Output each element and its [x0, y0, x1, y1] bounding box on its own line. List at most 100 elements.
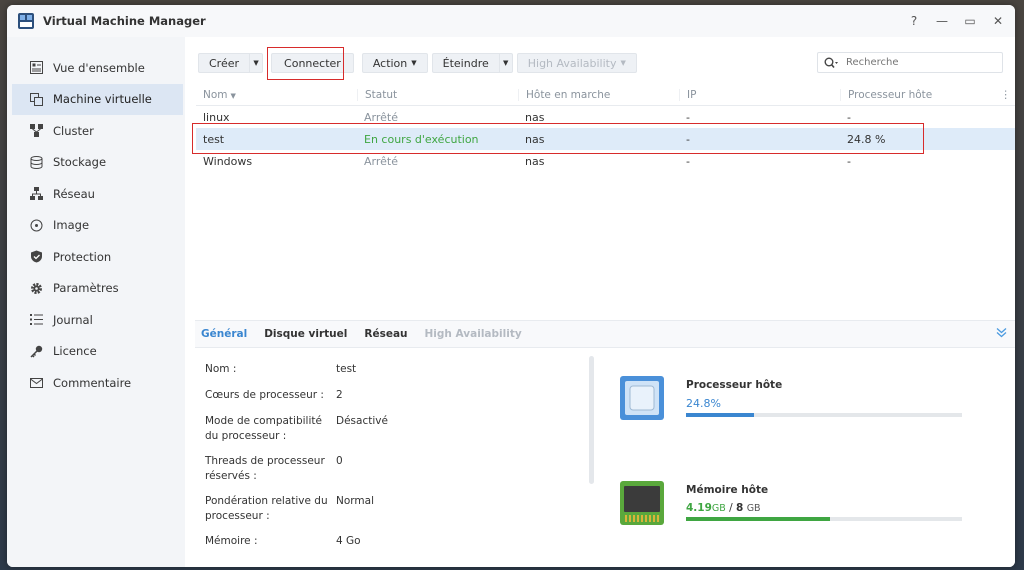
prop-label: Nom : — [205, 363, 237, 375]
cpu-icon — [620, 376, 664, 420]
memory-resource: Mémoire hôte 4.19GB / 8 GB — [619, 480, 979, 526]
chevron-down-icon: ▼ — [411, 59, 417, 67]
cluster-icon — [29, 124, 43, 138]
maximize-icon[interactable]: ▭ — [963, 14, 977, 28]
prop-row: Cœurs de processeur : 2 — [205, 388, 585, 403]
memory-icon — [620, 481, 664, 525]
column-header-name[interactable]: Nom ▼ — [196, 89, 357, 101]
tab-general[interactable]: Général — [201, 328, 247, 340]
cpu-usage-fill — [686, 413, 755, 417]
sidebar-item-log[interactable]: Journal — [12, 304, 183, 336]
prop-value: Normal — [336, 495, 374, 507]
table-header: Nom ▼ Statut Hôte en marche IP Processeur… — [196, 84, 1015, 106]
cell-host: nas — [525, 110, 545, 124]
image-icon — [29, 218, 43, 232]
cell-status: Arrêté — [364, 154, 398, 168]
search-icon — [824, 57, 838, 68]
mail-icon — [29, 376, 43, 390]
sidebar: Vue d'ensemble Machine virtuelle Cluster… — [7, 37, 185, 567]
chevron-down-icon: ▼ — [503, 59, 509, 67]
overview-icon — [29, 61, 43, 75]
app-window: Virtual Machine Manager ? — ▭ ✕ Vue d'en… — [7, 5, 1015, 567]
shutdown-button[interactable]: Éteindre — [431, 53, 499, 73]
table-row-selected[interactable]: test En cours d'exécution nas - 24.8 % — [196, 128, 1015, 150]
search-input[interactable] — [846, 57, 986, 68]
create-button[interactable]: Créer — [198, 53, 250, 73]
cpu-value: 24.8% — [686, 397, 721, 410]
cell-ip: - — [686, 132, 690, 146]
collapse-icon[interactable] — [996, 327, 1007, 341]
memory-usage-fill — [686, 517, 830, 521]
prop-value: 2 — [336, 389, 343, 401]
prop-row: Pondération relative du processeur : Norm… — [205, 494, 585, 524]
tab-network[interactable]: Réseau — [364, 328, 407, 340]
cpu-resource: Processeur hôte 24.8% — [619, 375, 979, 421]
sidebar-item-cluster[interactable]: Cluster — [12, 115, 183, 147]
scrollbar[interactable] — [589, 356, 594, 484]
cell-name: linux — [203, 110, 230, 124]
search-box[interactable] — [817, 52, 1003, 73]
column-header-ip[interactable]: IP — [679, 88, 840, 101]
cell-ip: - — [686, 110, 690, 124]
sidebar-label: Machine virtuelle — [53, 92, 152, 107]
column-header-host[interactable]: Hôte en marche — [518, 88, 679, 101]
action-label: Action — [372, 56, 408, 70]
tab-high-availability[interactable]: High Availability — [425, 328, 522, 340]
sidebar-item-feedback[interactable]: Commentaire — [12, 367, 183, 399]
prop-label: Cœurs de processeur : — [205, 389, 324, 401]
close-icon[interactable]: ✕ — [991, 14, 1005, 28]
sidebar-item-license[interactable]: Licence — [12, 336, 183, 368]
sidebar-item-image[interactable]: Image — [12, 210, 183, 242]
app-logo-icon — [18, 13, 34, 29]
detail-tabs: Général Disque virtuel Réseau High Avail… — [195, 320, 1015, 348]
sidebar-label: Image — [53, 218, 90, 233]
cell-name: test — [203, 132, 225, 146]
connect-button[interactable]: Connecter — [271, 53, 354, 73]
sidebar-item-settings[interactable]: Paramètres — [12, 273, 183, 305]
gear-icon — [29, 281, 43, 295]
sidebar-label: Vue d'ensemble — [53, 60, 145, 75]
vm-icon — [29, 92, 43, 106]
title-bar: Virtual Machine Manager ? — ▭ ✕ — [7, 5, 1015, 37]
high-availability-button[interactable]: High Availability ▼ — [516, 53, 637, 73]
action-button[interactable]: Action ▼ — [361, 53, 428, 73]
cell-host: nas — [525, 132, 545, 146]
cell-cpu: 24.8 % — [847, 132, 886, 146]
network-icon — [29, 187, 43, 201]
sidebar-item-storage[interactable]: Stockage — [12, 147, 183, 179]
detail-panel: Général Disque virtuel Réseau High Avail… — [195, 320, 1015, 567]
prop-row: Nom : test — [205, 362, 585, 377]
tab-virtual-disk[interactable]: Disque virtuel — [264, 328, 347, 340]
chevron-down-icon: ▼ — [253, 59, 259, 67]
memory-value: 4.19GB / 8 GB — [686, 502, 761, 514]
column-header-cpu[interactable]: Processeur hôte ⋮ — [840, 88, 1015, 101]
ha-label: High Availability — [527, 56, 617, 70]
cell-host: nas — [525, 154, 545, 168]
prop-label: Mode de compatibilité du processeur : — [205, 415, 322, 442]
sidebar-item-overview[interactable]: Vue d'ensemble — [12, 52, 183, 84]
sidebar-item-network[interactable]: Réseau — [12, 178, 183, 210]
table-row[interactable]: Windows Arrêté nas - - — [196, 150, 1015, 172]
help-icon[interactable]: ? — [907, 14, 921, 28]
cpu-title: Processeur hôte — [686, 379, 783, 391]
prop-row: Threads de processeur réservés : 0 — [205, 454, 585, 484]
table-row[interactable]: linux Arrêté nas - - — [196, 106, 1015, 128]
app-title: Virtual Machine Manager — [43, 14, 206, 28]
sidebar-label: Commentaire — [53, 375, 132, 390]
sidebar-label: Paramètres — [53, 281, 119, 296]
cell-ip: - — [686, 154, 690, 168]
prop-value: Désactivé — [336, 415, 388, 427]
column-header-status[interactable]: Statut — [357, 88, 518, 101]
minimize-icon[interactable]: — — [935, 14, 949, 28]
sidebar-item-virtual-machine[interactable]: Machine virtuelle — [12, 83, 183, 115]
prop-label: Mémoire : — [205, 535, 258, 547]
cell-name: Windows — [203, 154, 253, 168]
sidebar-item-protection[interactable]: Protection — [12, 241, 183, 273]
column-menu-icon[interactable]: ⋮ — [1001, 89, 1012, 101]
prop-value: test — [336, 363, 357, 375]
prop-value: 4 Go — [336, 535, 361, 547]
sidebar-label: Stockage — [53, 155, 107, 170]
chevron-down-icon: ▼ — [620, 59, 626, 67]
shutdown-dropdown-button[interactable]: ▼ — [498, 53, 513, 73]
create-dropdown-button[interactable]: ▼ — [249, 53, 264, 73]
